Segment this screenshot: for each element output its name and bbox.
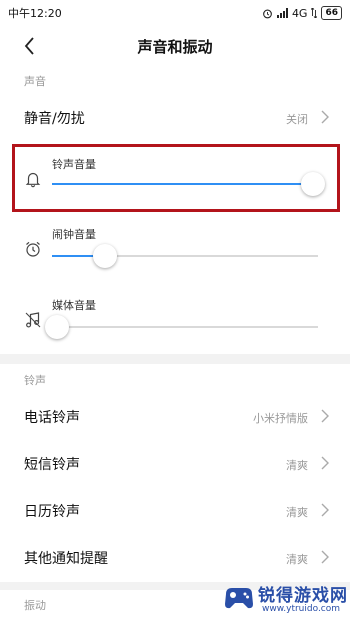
chevron-right-icon xyxy=(321,550,329,564)
calendar-ringtone-label: 日历铃声 xyxy=(24,504,80,520)
media-volume-label: 媒体音量 xyxy=(52,299,96,312)
other-notification-value: 清爽 xyxy=(286,553,308,566)
data-arrows-icon xyxy=(311,8,318,18)
phone-ringtone-value: 小米抒情版 xyxy=(253,412,308,425)
watermark-title: 锐得游戏网 xyxy=(258,586,348,606)
status-icons: 4G 66 xyxy=(262,6,342,20)
alarm-volume-slider[interactable] xyxy=(52,244,318,268)
watermark: 锐得游戏网 www.ytruido.com xyxy=(222,578,350,622)
calendar-ringtone-row[interactable]: 日历铃声 清爽 xyxy=(0,489,350,533)
sms-ringtone-row[interactable]: 短信铃声 清爽 xyxy=(0,442,350,486)
phone-ringtone-label: 电话铃声 xyxy=(24,410,80,426)
calendar-ringtone-value: 清爽 xyxy=(286,506,308,519)
silent-dnd-value: 关闭 xyxy=(286,113,308,126)
phone-ringtone-row[interactable]: 电话铃声 小米抒情版 xyxy=(0,395,350,439)
section-header-sound: 声音 xyxy=(24,75,46,88)
alarm-volume-row: 闹钟音量 xyxy=(0,214,350,284)
page-title: 声音和振动 xyxy=(137,38,213,56)
section-header-ringtone: 铃声 xyxy=(24,374,46,387)
sms-ringtone-label: 短信铃声 xyxy=(24,457,80,473)
network-type: 4G xyxy=(291,6,308,20)
alarm-icon xyxy=(263,9,272,18)
music-note-icon xyxy=(25,312,41,328)
chevron-right-icon xyxy=(321,110,329,124)
media-volume-thumb[interactable] xyxy=(45,315,70,339)
other-notification-row[interactable]: 其他通知提醒 清爽 xyxy=(0,536,350,580)
alarm-volume-label: 闹钟音量 xyxy=(52,228,96,241)
media-volume-row: 媒体音量 xyxy=(0,285,350,355)
highlight-frame xyxy=(12,144,340,212)
chevron-right-icon xyxy=(321,409,329,423)
watermark-url: www.ytruido.com xyxy=(262,604,341,614)
silent-dnd-row[interactable]: 静音/勿扰 关闭 xyxy=(0,96,350,140)
status-time: 中午12:20 xyxy=(8,7,62,20)
battery-indicator: 66 xyxy=(321,6,342,20)
chevron-right-icon xyxy=(321,456,329,470)
section-header-vibration: 振动 xyxy=(24,599,46,612)
gamepad-logo-icon xyxy=(225,588,253,609)
alarm-volume-thumb[interactable] xyxy=(93,244,118,268)
media-volume-slider[interactable] xyxy=(45,315,318,339)
signal-icon xyxy=(276,8,288,18)
title-bar: 声音和振动 xyxy=(0,26,350,66)
silent-dnd-label: 静音/勿扰 xyxy=(24,111,85,127)
chevron-right-icon xyxy=(321,503,329,517)
status-bar: 中午12:20 4G 66 xyxy=(0,0,350,26)
section-divider xyxy=(0,354,350,364)
other-notification-label: 其他通知提醒 xyxy=(24,551,108,567)
sms-ringtone-value: 清爽 xyxy=(286,459,308,472)
alarm-clock-icon xyxy=(26,241,40,257)
